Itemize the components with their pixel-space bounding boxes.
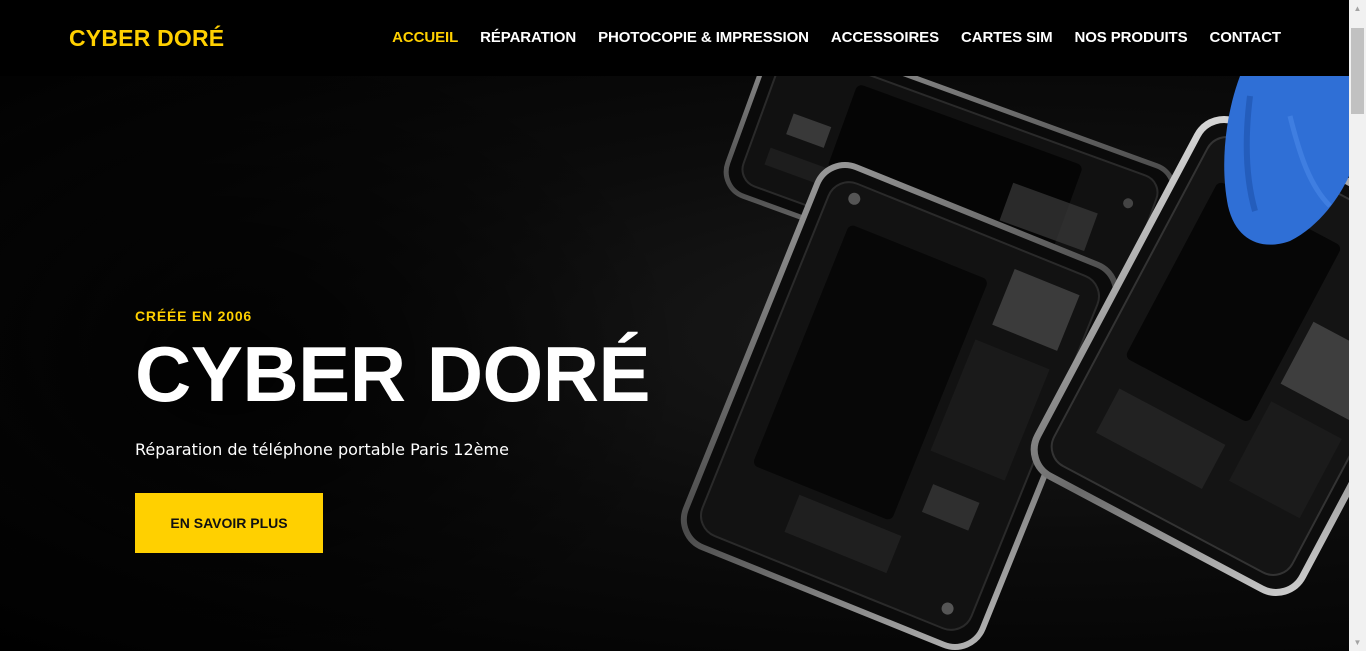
nav-item-nos-produits[interactable]: NOS PRODUITS (1075, 29, 1188, 46)
page: CYBER DORÉ ACCUEIL RÉPARATION PHOTOCOPIE… (0, 0, 1366, 651)
nav-item-photocopie-impression[interactable]: PHOTOCOPIE & IMPRESSION (598, 29, 809, 46)
hero-eyebrow: CRÉÉE EN 2006 (135, 308, 253, 324)
hero-subtitle: Réparation de téléphone portable Paris 1… (135, 439, 509, 459)
nav-item-accueil[interactable]: ACCUEIL (392, 29, 458, 46)
hero-content: CRÉÉE EN 2006 CYBER DORÉ Réparation de t… (135, 308, 651, 553)
nav-item-cartes-sim[interactable]: CARTES SIM (961, 29, 1053, 46)
vertical-scrollbar[interactable]: ▲ ▼ (1349, 0, 1366, 651)
scrollbar-thumb[interactable] (1351, 28, 1364, 114)
learn-more-button[interactable]: EN SAVOIR PLUS (135, 492, 323, 553)
main-nav: ACCUEIL RÉPARATION PHOTOCOPIE & IMPRESSI… (370, 29, 1281, 46)
chevron-down-icon[interactable]: ▼ (1349, 634, 1366, 651)
nav-item-contact[interactable]: CONTACT (1209, 29, 1281, 46)
site-logo[interactable]: CYBER DORÉ (69, 25, 224, 52)
nav-item-accessoires[interactable]: ACCESSOIRES (831, 29, 939, 46)
hero-section: CRÉÉE EN 2006 CYBER DORÉ Réparation de t… (0, 76, 1349, 651)
hero-title: CYBER DORÉ (135, 330, 651, 418)
nav-item-reparation[interactable]: RÉPARATION (480, 29, 576, 46)
chevron-up-icon[interactable]: ▲ (1349, 0, 1366, 17)
site-header: CYBER DORÉ ACCUEIL RÉPARATION PHOTOCOPIE… (0, 0, 1349, 76)
